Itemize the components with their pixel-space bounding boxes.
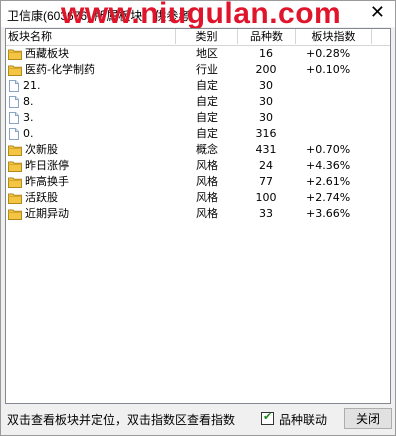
cell-index: +4.36% (306, 159, 351, 172)
cell-type: 概念 (196, 143, 218, 156)
title-bar: 卫信康(603676) 所属板块，供参考 www.niugulan.com ✕ (1, 0, 395, 30)
table-row[interactable]: 医药-化学制药 行业 200 +0.10% (6, 62, 390, 78)
table-row[interactable]: 8. 自定 30 (6, 94, 390, 110)
close-button[interactable]: 关闭 (344, 408, 392, 429)
cell-count: 30 (259, 95, 273, 108)
cell-index (306, 78, 390, 94)
cell-name: 0. (8, 126, 176, 142)
cell-index: +2.61% (306, 175, 351, 188)
folder-icon (8, 144, 22, 158)
table-row[interactable]: 昨高换手 风格 77 +2.61% (6, 174, 390, 190)
cell-index: +2.74% (306, 191, 351, 204)
cell-name: 活跃股 (8, 190, 176, 206)
cell-type: 地区 (196, 47, 218, 60)
folder-icon (8, 192, 22, 206)
table-row[interactable]: 西藏板块 地区 16 +0.28% (6, 46, 390, 62)
document-icon (8, 80, 20, 94)
column-header-type[interactable]: 类别 (176, 29, 238, 44)
cell-name: 21. (8, 78, 176, 94)
sector-name: 0. (23, 127, 34, 140)
cell-index: +0.28% (306, 47, 351, 60)
dialog-window: 卫信康(603676) 所属板块，供参考 www.niugulan.com ✕ … (0, 0, 396, 436)
column-header-count[interactable]: 品种数 (238, 29, 296, 44)
cell-index: +3.66% (306, 207, 351, 220)
cell-name: 西藏板块 (8, 46, 176, 62)
cell-index (306, 110, 390, 126)
status-bar: 双击查看板块并定位，双击指数区查看指数 ✔ 品种联动 关闭 (5, 408, 392, 430)
sector-name: 昨高换手 (25, 175, 69, 188)
table-row[interactable]: 21. 自定 30 (6, 78, 390, 94)
sector-name: 8. (23, 95, 34, 108)
cell-count: 33 (259, 207, 273, 220)
sector-name: 医药-化学制药 (25, 63, 95, 76)
sector-name: 次新股 (25, 143, 58, 156)
cell-name: 8. (8, 94, 176, 110)
folder-icon (8, 48, 22, 62)
table-row[interactable]: 近期异动 风格 33 +3.66% (6, 206, 390, 222)
cell-name: 医药-化学制药 (8, 62, 176, 78)
document-icon (8, 128, 20, 142)
cell-count: 200 (255, 63, 277, 76)
document-icon (8, 96, 20, 110)
cell-name: 近期异动 (8, 206, 176, 222)
cell-index (306, 126, 390, 142)
cell-type: 自定 (196, 95, 218, 108)
cell-count: 316 (255, 127, 277, 140)
column-header-name[interactable]: 板块名称 (6, 29, 176, 44)
cell-count: 77 (259, 175, 273, 188)
cell-type: 自定 (196, 79, 218, 92)
cell-type: 风格 (196, 207, 218, 220)
cell-type: 风格 (196, 191, 218, 204)
cell-name: 昨日涨停 (8, 158, 176, 174)
sector-name: 活跃股 (25, 191, 58, 204)
folder-icon (8, 208, 22, 222)
cell-type: 自定 (196, 127, 218, 140)
cell-index: +0.10% (306, 63, 351, 76)
cell-name: 昨高换手 (8, 174, 176, 190)
folder-icon (8, 160, 22, 174)
cell-count: 24 (259, 159, 273, 172)
cell-count: 16 (259, 47, 273, 60)
table-header: 板块名称 类别 品种数 板块指数 (6, 29, 390, 46)
cell-count: 100 (255, 191, 277, 204)
watermark: www.niugulan.com (61, 0, 342, 30)
sector-name: 3. (23, 111, 34, 124)
table-row[interactable]: 活跃股 风格 100 +2.74% (6, 190, 390, 206)
close-icon[interactable]: ✕ (370, 3, 385, 23)
sector-name: 西藏板块 (25, 47, 69, 60)
check-icon: ✔ (263, 410, 273, 423)
cell-count: 30 (259, 111, 273, 124)
hint-text: 双击查看板块并定位，双击指数区查看指数 (7, 413, 236, 427)
cell-type: 自定 (196, 111, 218, 124)
document-icon (8, 112, 20, 126)
column-header-index[interactable]: 板块指数 (296, 29, 372, 44)
sector-name: 21. (23, 79, 41, 92)
sector-name: 昨日涨停 (25, 159, 69, 172)
linkage-checkbox[interactable]: ✔ 品种联动 (261, 410, 328, 428)
cell-count: 431 (255, 143, 277, 156)
cell-count: 30 (259, 79, 273, 92)
checkbox-box[interactable]: ✔ (261, 410, 274, 425)
cell-index (306, 94, 390, 110)
folder-icon (8, 64, 22, 78)
cell-name: 3. (8, 110, 176, 126)
cell-index: +0.70% (306, 143, 351, 156)
cell-type: 风格 (196, 159, 218, 172)
table-row[interactable]: 0. 自定 316 (6, 126, 390, 142)
sector-table: 板块名称 类别 品种数 板块指数 西藏板块 地区 16 +0.28% 医药-化学制药 行业… (5, 28, 391, 404)
cell-type: 风格 (196, 175, 218, 188)
checkbox-label: 品种联动 (279, 413, 328, 427)
table-row[interactable]: 次新股 概念 431 +0.70% (6, 142, 390, 158)
cell-type: 行业 (196, 63, 218, 76)
folder-icon (8, 176, 22, 190)
table-row[interactable]: 昨日涨停 风格 24 +4.36% (6, 158, 390, 174)
cell-name: 次新股 (8, 142, 176, 158)
sector-name: 近期异动 (25, 207, 69, 220)
table-row[interactable]: 3. 自定 30 (6, 110, 390, 126)
